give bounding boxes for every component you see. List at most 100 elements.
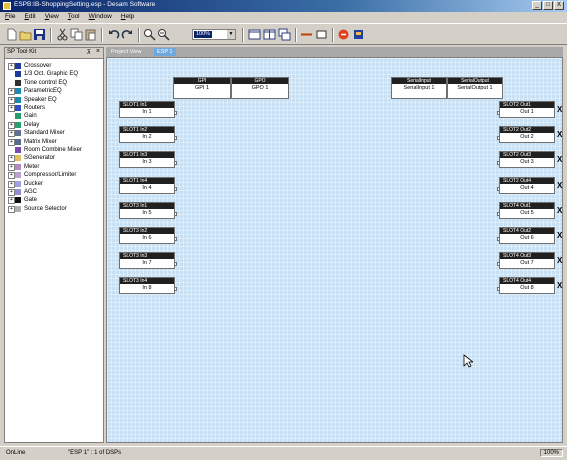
zoom-out-button[interactable]	[157, 28, 170, 41]
output-block[interactable]: SLOT4 Out3 Out 7	[497, 252, 555, 270]
tool-kit-item[interactable]: + Compressor/Limiter	[5, 171, 103, 180]
undo-button[interactable]	[107, 28, 120, 41]
input-pin[interactable]	[497, 287, 500, 292]
menu-window[interactable]: Window	[84, 12, 116, 23]
menu-view[interactable]: View	[40, 12, 63, 23]
output-pin[interactable]	[174, 237, 177, 241]
input-block[interactable]: SLOT3 In3 In 7	[119, 252, 177, 270]
expand-icon[interactable]: +	[8, 163, 15, 171]
menu-tool[interactable]: Tool	[63, 12, 84, 23]
input-block[interactable]: SLOT1 In1 In 1	[119, 101, 177, 118]
expand-icon[interactable]: +	[8, 96, 15, 104]
expand-icon[interactable]: +	[8, 121, 15, 129]
tool-kit-item[interactable]: + Delay	[5, 121, 103, 129]
pin-icon[interactable]: ⊼	[87, 49, 91, 56]
expand-icon[interactable]: +	[8, 63, 15, 70]
expand-icon[interactable]: +	[8, 130, 15, 138]
tool-kit-item[interactable]: Gain	[5, 112, 103, 120]
input-block[interactable]: SLOT1 In3 In 3	[119, 151, 177, 169]
tool-kit-item[interactable]: Room Combine Mixer	[5, 146, 103, 154]
menu-help[interactable]: Help	[116, 12, 138, 23]
output-block[interactable]: SLOT4 Out1 Out 5	[497, 201, 555, 219]
output-pin[interactable]	[174, 161, 177, 166]
input-pin[interactable]	[497, 211, 500, 216]
open-file-button[interactable]	[19, 28, 32, 41]
copy-button[interactable]	[70, 28, 83, 41]
output-pin[interactable]	[174, 211, 177, 216]
input-pin[interactable]	[497, 161, 500, 166]
wire-tool-button[interactable]	[300, 28, 313, 41]
expand-icon[interactable]: +	[8, 189, 15, 196]
output-block[interactable]: SLOT4 Out2 Out 6	[497, 227, 555, 244]
input-pin[interactable]	[497, 262, 500, 267]
tile-view-button[interactable]	[263, 28, 276, 41]
expand-icon[interactable]: +	[8, 138, 15, 146]
zoom-select[interactable]: 100% ▼	[192, 29, 236, 40]
tab-project-view[interactable]: Project View	[108, 48, 144, 56]
tool-kit-item[interactable]: + Crossover	[5, 62, 103, 70]
tool-kit-item[interactable]: + Gate	[5, 196, 103, 205]
output-pin[interactable]	[174, 111, 177, 115]
input-block[interactable]: SLOT3 In4 In 8	[119, 277, 177, 295]
input-pin[interactable]	[497, 136, 500, 141]
input-pin[interactable]	[497, 237, 500, 241]
input-block[interactable]: SLOT3 In2 In 6	[119, 227, 177, 244]
redo-button[interactable]	[121, 28, 134, 41]
input-pin[interactable]	[497, 111, 500, 115]
expand-icon[interactable]: +	[8, 180, 15, 188]
expand-icon[interactable]: +	[8, 205, 15, 213]
save-button[interactable]	[33, 28, 46, 41]
serial-output-block[interactable]: SerialOutput SerialOutput 1	[447, 77, 503, 99]
tool-kit-item[interactable]: + Ducker	[5, 180, 103, 188]
output-pin[interactable]	[174, 262, 177, 267]
tool-kit-item[interactable]: + Meter	[5, 163, 103, 171]
output-block[interactable]: SLOT2 Out3 Out 3	[497, 151, 555, 169]
menu-file[interactable]: File	[0, 12, 20, 23]
expand-icon[interactable]: +	[8, 172, 15, 180]
gpi-block[interactable]: GPI GPI 1	[173, 77, 231, 99]
expand-icon[interactable]: +	[8, 105, 15, 112]
input-block[interactable]: SLOT1 In2 In 2	[119, 126, 177, 144]
close-button[interactable]: X	[554, 1, 564, 10]
close-panel-icon[interactable]: ×	[96, 48, 100, 55]
tool-kit-item[interactable]: 1/3 Oct. Graphic EQ	[5, 70, 103, 78]
tool-kit-item[interactable]: + AGC	[5, 188, 103, 196]
cascade-view-button[interactable]	[278, 28, 291, 41]
design-canvas[interactable]: GPI GPI 1 GPO GPO 1 SerialInput SerialIn…	[106, 57, 563, 443]
cut-button[interactable]	[56, 28, 69, 41]
send-button[interactable]	[352, 28, 365, 41]
block-tool-button[interactable]	[315, 28, 328, 41]
output-pin[interactable]	[174, 186, 177, 191]
output-block[interactable]: SLOT2 Out2 Out 2	[497, 126, 555, 144]
output-pin[interactable]	[174, 136, 177, 141]
paste-button[interactable]	[84, 28, 97, 41]
tool-kit-item[interactable]: + ParametricEQ	[5, 87, 103, 96]
tool-kit-item[interactable]: + SGenerator	[5, 154, 103, 163]
expand-icon[interactable]: +	[8, 197, 15, 205]
tool-kit-item[interactable]: + Source Selector	[5, 205, 103, 213]
tool-kit-item[interactable]: + Matrix Mixer	[5, 138, 103, 146]
input-pin[interactable]	[497, 186, 500, 191]
gpi-gpo-block[interactable]: GPI GPI 1 GPO GPO 1	[173, 77, 289, 99]
layout-view-button[interactable]	[248, 28, 261, 41]
output-block[interactable]: SLOT2 Out1 Out 1	[497, 101, 555, 118]
tool-kit-item[interactable]: + Speaker EQ	[5, 96, 103, 104]
input-block[interactable]: SLOT3 In1 In 5	[119, 201, 177, 219]
minimize-button[interactable]: _	[532, 1, 542, 10]
zoom-in-button[interactable]	[143, 28, 156, 41]
tool-kit-item[interactable]: Tone control EQ	[5, 79, 103, 87]
serial-block[interactable]: SerialInput SerialInput 1 SerialOutput S…	[391, 77, 503, 99]
gpo-block[interactable]: GPO GPO 1	[231, 77, 289, 99]
expand-icon[interactable]: +	[8, 155, 15, 163]
tool-kit-item[interactable]: + Routers	[5, 104, 103, 112]
output-pin[interactable]	[174, 287, 177, 292]
output-block[interactable]: SLOT4 Out4 Out 8	[497, 277, 555, 295]
menu-edit[interactable]: Edit	[20, 12, 40, 23]
input-block[interactable]: SLOT1 In4 In 4	[119, 176, 177, 194]
tool-kit-item[interactable]: + Standard Mixer	[5, 129, 103, 138]
maximize-button[interactable]: □	[543, 1, 553, 10]
new-file-button[interactable]	[5, 28, 18, 41]
serial-input-block[interactable]: SerialInput SerialInput 1	[391, 77, 447, 99]
compile-button[interactable]	[337, 28, 350, 41]
tab-esp1[interactable]: ESP 1	[154, 48, 176, 56]
